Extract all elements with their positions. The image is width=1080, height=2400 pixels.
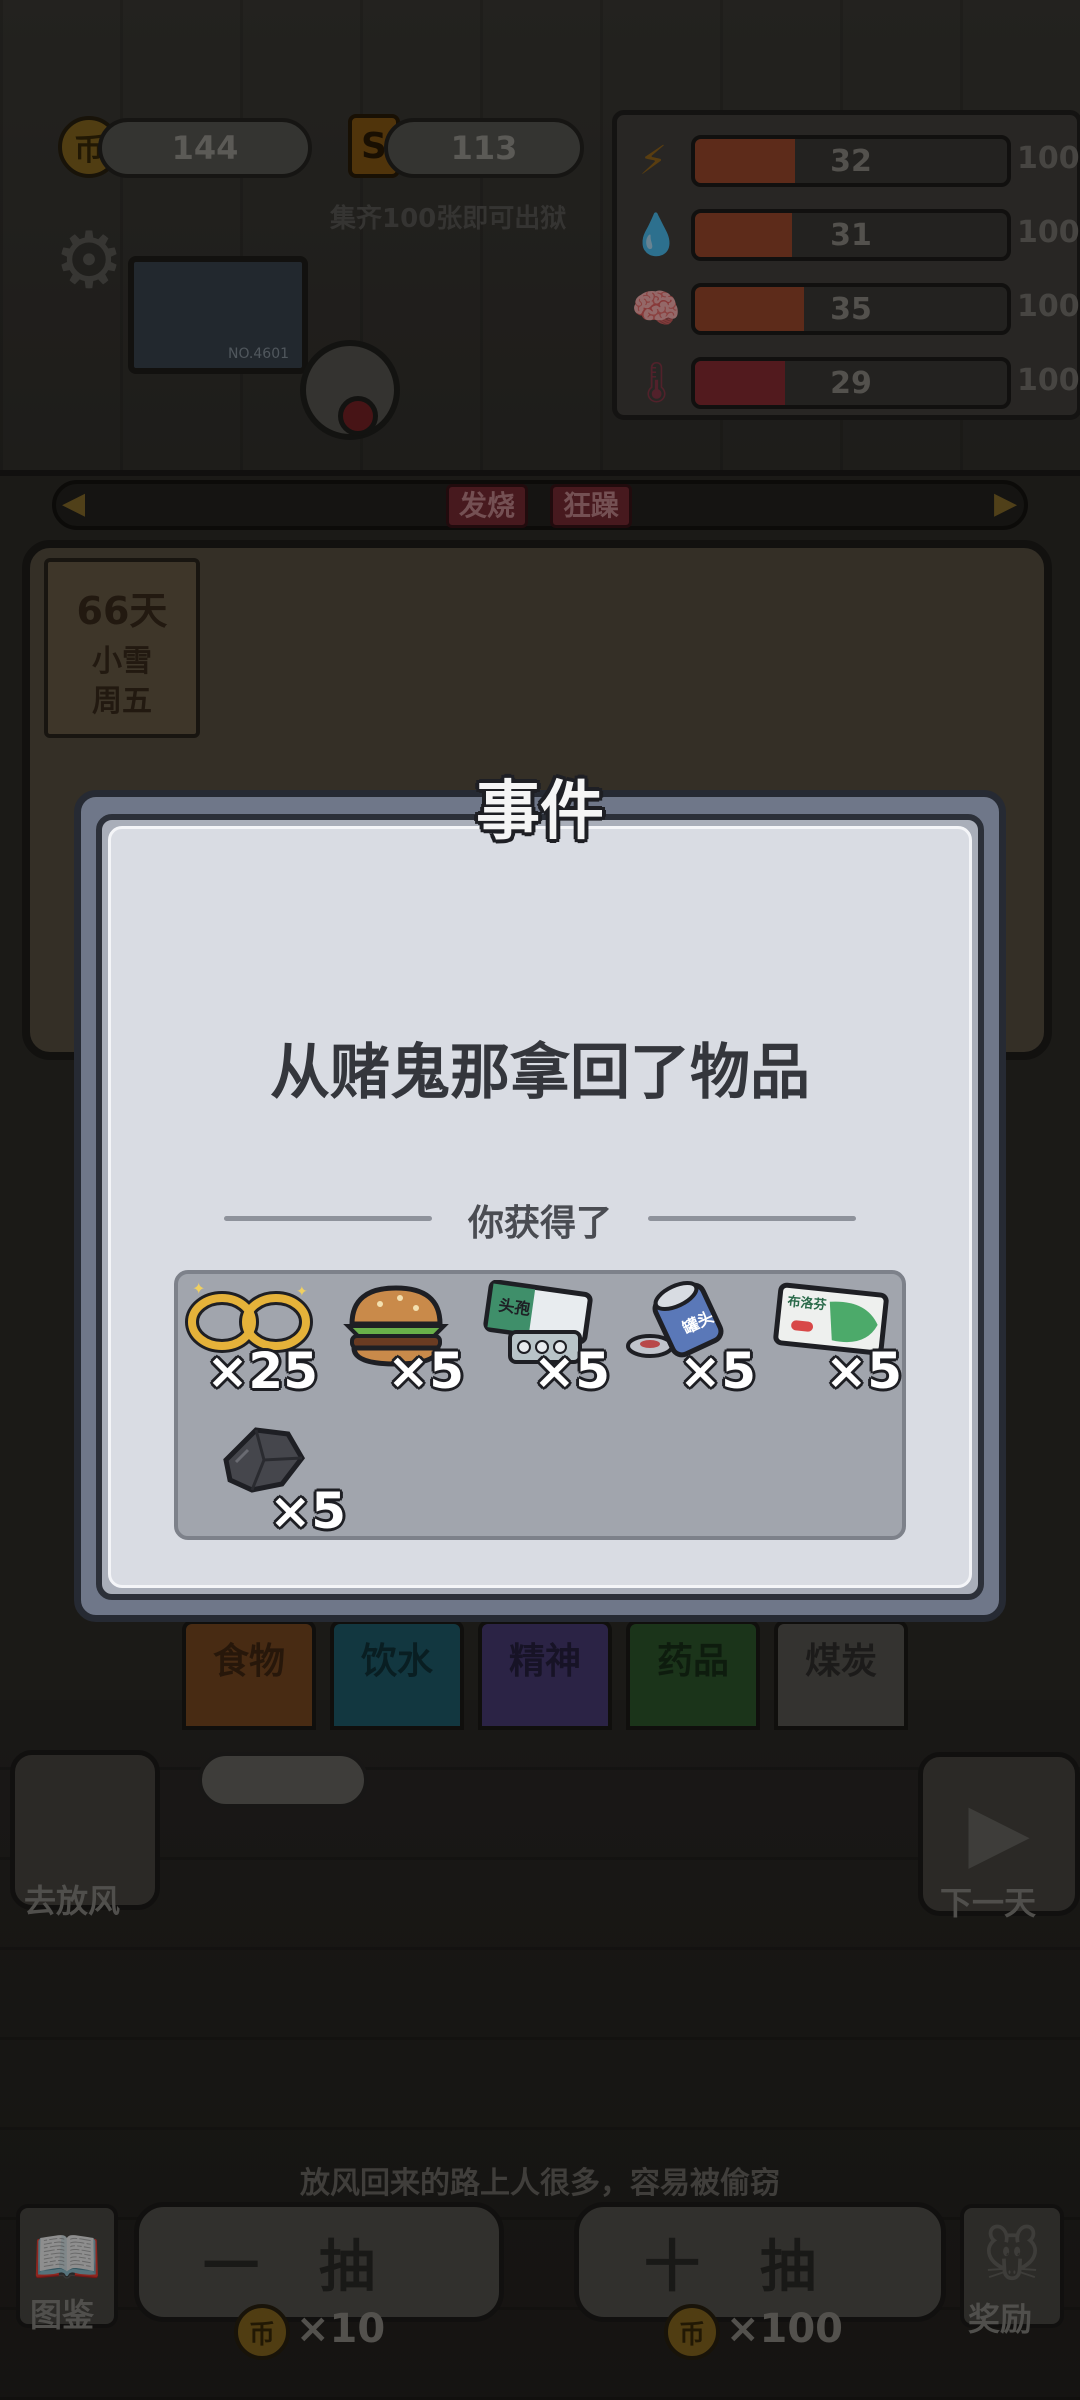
reward-item: ✦ ✦ ×25 (178, 1280, 318, 1400)
event-description: 从赌鬼那拿回了物品 (270, 1038, 810, 1108)
item-quantity: ×5 (533, 1342, 610, 1400)
item-quantity: ×25 (206, 1342, 318, 1400)
modal-title: 事件 (476, 775, 604, 849)
item-quantity: ×5 (679, 1342, 756, 1400)
item-quantity: ×5 (825, 1342, 902, 1400)
reward-item: 布洛芬 ×5 (762, 1280, 902, 1400)
reward-items-panel: ✦ ✦ ×25 ×5 头孢 ×5 罐头 ×5 布洛芬 ×5 ×5 (174, 1270, 906, 1540)
item-quantity: ×5 (269, 1482, 346, 1540)
gain-label: 你获得了 (467, 1203, 612, 1244)
reward-item: 罐头 ×5 (616, 1280, 756, 1400)
svg-text:✦: ✦ (192, 1280, 205, 1298)
reward-item: ×5 (206, 1420, 346, 1540)
reward-item: 头孢 ×5 (470, 1280, 610, 1400)
divider-right (648, 1216, 856, 1221)
svg-text:✦: ✦ (296, 1284, 308, 1300)
item-quantity: ×5 (387, 1342, 464, 1400)
reward-item: ×5 (324, 1280, 464, 1400)
